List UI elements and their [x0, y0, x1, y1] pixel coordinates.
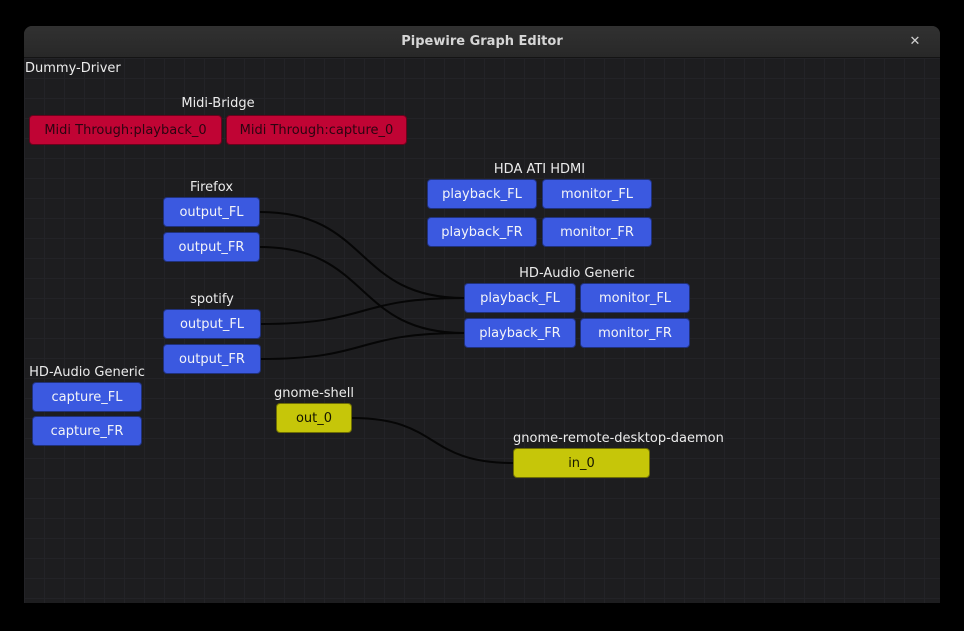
port-monitor-fr[interactable]: monitor_FR [580, 318, 690, 348]
port-output-fr[interactable]: output_FR [163, 344, 261, 374]
node-title[interactable]: gnome-remote-desktop-daemon [513, 430, 650, 448]
node-hd-audio-generic-out[interactable]: HD-Audio Generic playback_FL monitor_FL … [464, 265, 690, 348]
close-button[interactable]: ✕ [902, 26, 928, 57]
link[interactable] [261, 298, 464, 324]
node-title[interactable]: HD-Audio Generic [29, 364, 145, 382]
port-capture-fl[interactable]: capture_FL [32, 382, 142, 412]
link[interactable] [352, 418, 513, 463]
node-title[interactable]: Dummy-Driver [25, 60, 121, 78]
node-midi-bridge[interactable]: Midi-Bridge Midi Through:playback_0 Midi… [29, 95, 407, 149]
link[interactable] [260, 247, 464, 333]
node-spotify[interactable]: spotify output_FL output_FR [163, 291, 261, 374]
close-icon: ✕ [910, 34, 921, 49]
window-title: Pipewire Graph Editor [401, 34, 562, 49]
node-title[interactable]: HDA ATI HDMI [494, 161, 585, 179]
node-title[interactable]: Firefox [190, 179, 233, 197]
port-monitor-fl[interactable]: monitor_FL [580, 283, 690, 313]
port-playback-fr[interactable]: playback_FR [464, 318, 576, 348]
port-output-fl[interactable]: output_FL [163, 309, 261, 339]
node-gnome-shell[interactable]: gnome-shell out_0 [276, 385, 352, 433]
app-window: Pipewire Graph Editor ✕ Dummy-Driver Mid… [24, 26, 940, 603]
node-title[interactable]: spotify [190, 291, 234, 309]
port-midi-through-playback-0[interactable]: Midi Through:playback_0 [29, 115, 222, 145]
port-in-0[interactable]: in_0 [513, 448, 650, 478]
port-playback-fl[interactable]: playback_FL [427, 179, 537, 209]
port-output-fr[interactable]: output_FR [163, 232, 260, 262]
node-title[interactable]: Midi-Bridge [181, 95, 254, 113]
node-dummy-driver[interactable]: Dummy-Driver [25, 60, 121, 78]
node-title[interactable]: gnome-shell [274, 385, 354, 403]
link[interactable] [261, 333, 464, 359]
node-hda-ati-hdmi[interactable]: HDA ATI HDMI playback_FL monitor_FL play… [427, 161, 652, 247]
port-playback-fr[interactable]: playback_FR [427, 217, 537, 247]
node-title[interactable]: HD-Audio Generic [519, 265, 635, 283]
node-firefox[interactable]: Firefox output_FL output_FR [163, 179, 260, 262]
port-output-fl[interactable]: output_FL [163, 197, 260, 227]
graph-canvas[interactable]: Dummy-Driver Midi-Bridge Midi Through:pl… [24, 58, 940, 603]
node-hd-audio-generic-in[interactable]: HD-Audio Generic capture_FL capture_FR [32, 364, 142, 446]
port-out-0[interactable]: out_0 [276, 403, 352, 433]
port-midi-through-capture-0[interactable]: Midi Through:capture_0 [226, 115, 407, 145]
port-monitor-fl[interactable]: monitor_FL [542, 179, 652, 209]
port-capture-fr[interactable]: capture_FR [32, 416, 142, 446]
port-monitor-fr[interactable]: monitor_FR [542, 217, 652, 247]
port-playback-fl[interactable]: playback_FL [464, 283, 576, 313]
node-gnome-remote-desktop-daemon[interactable]: gnome-remote-desktop-daemon in_0 [513, 430, 650, 478]
titlebar[interactable]: Pipewire Graph Editor ✕ [24, 26, 940, 58]
